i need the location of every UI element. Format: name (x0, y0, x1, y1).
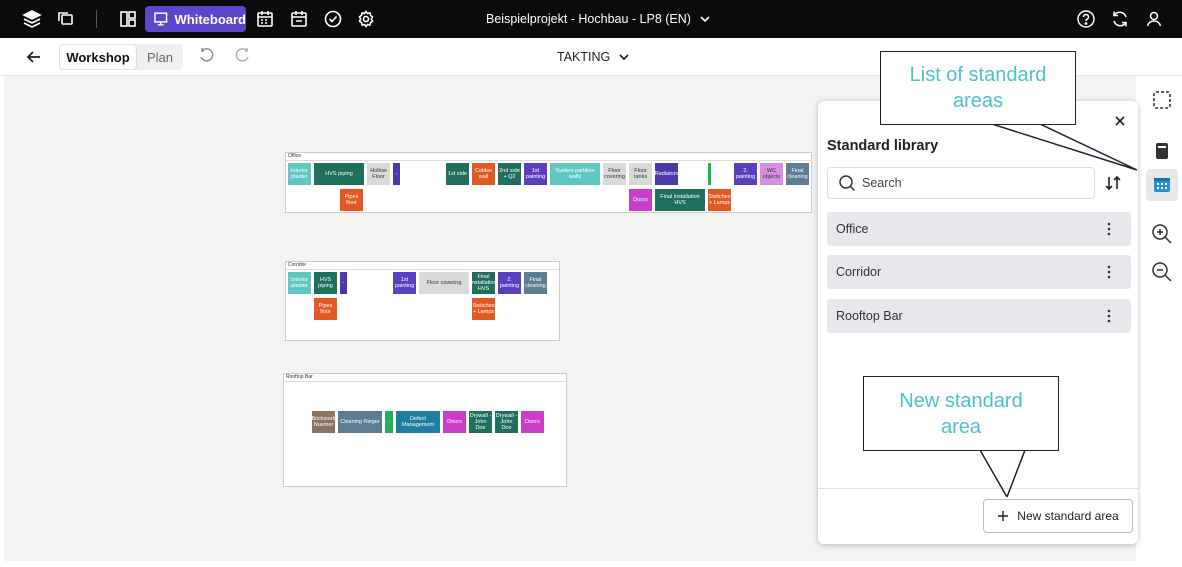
bottom-edge (0, 561, 1182, 567)
callout-text: List of standard areas (909, 64, 1047, 112)
callout-arrow (979, 449, 1026, 498)
callout-list-standard-areas: List of standard areas (880, 51, 1076, 125)
callout-text: New standard area (899, 389, 1023, 438)
callout-new-standard-area: New standard area (863, 376, 1059, 451)
callout-arrow (991, 123, 1138, 171)
